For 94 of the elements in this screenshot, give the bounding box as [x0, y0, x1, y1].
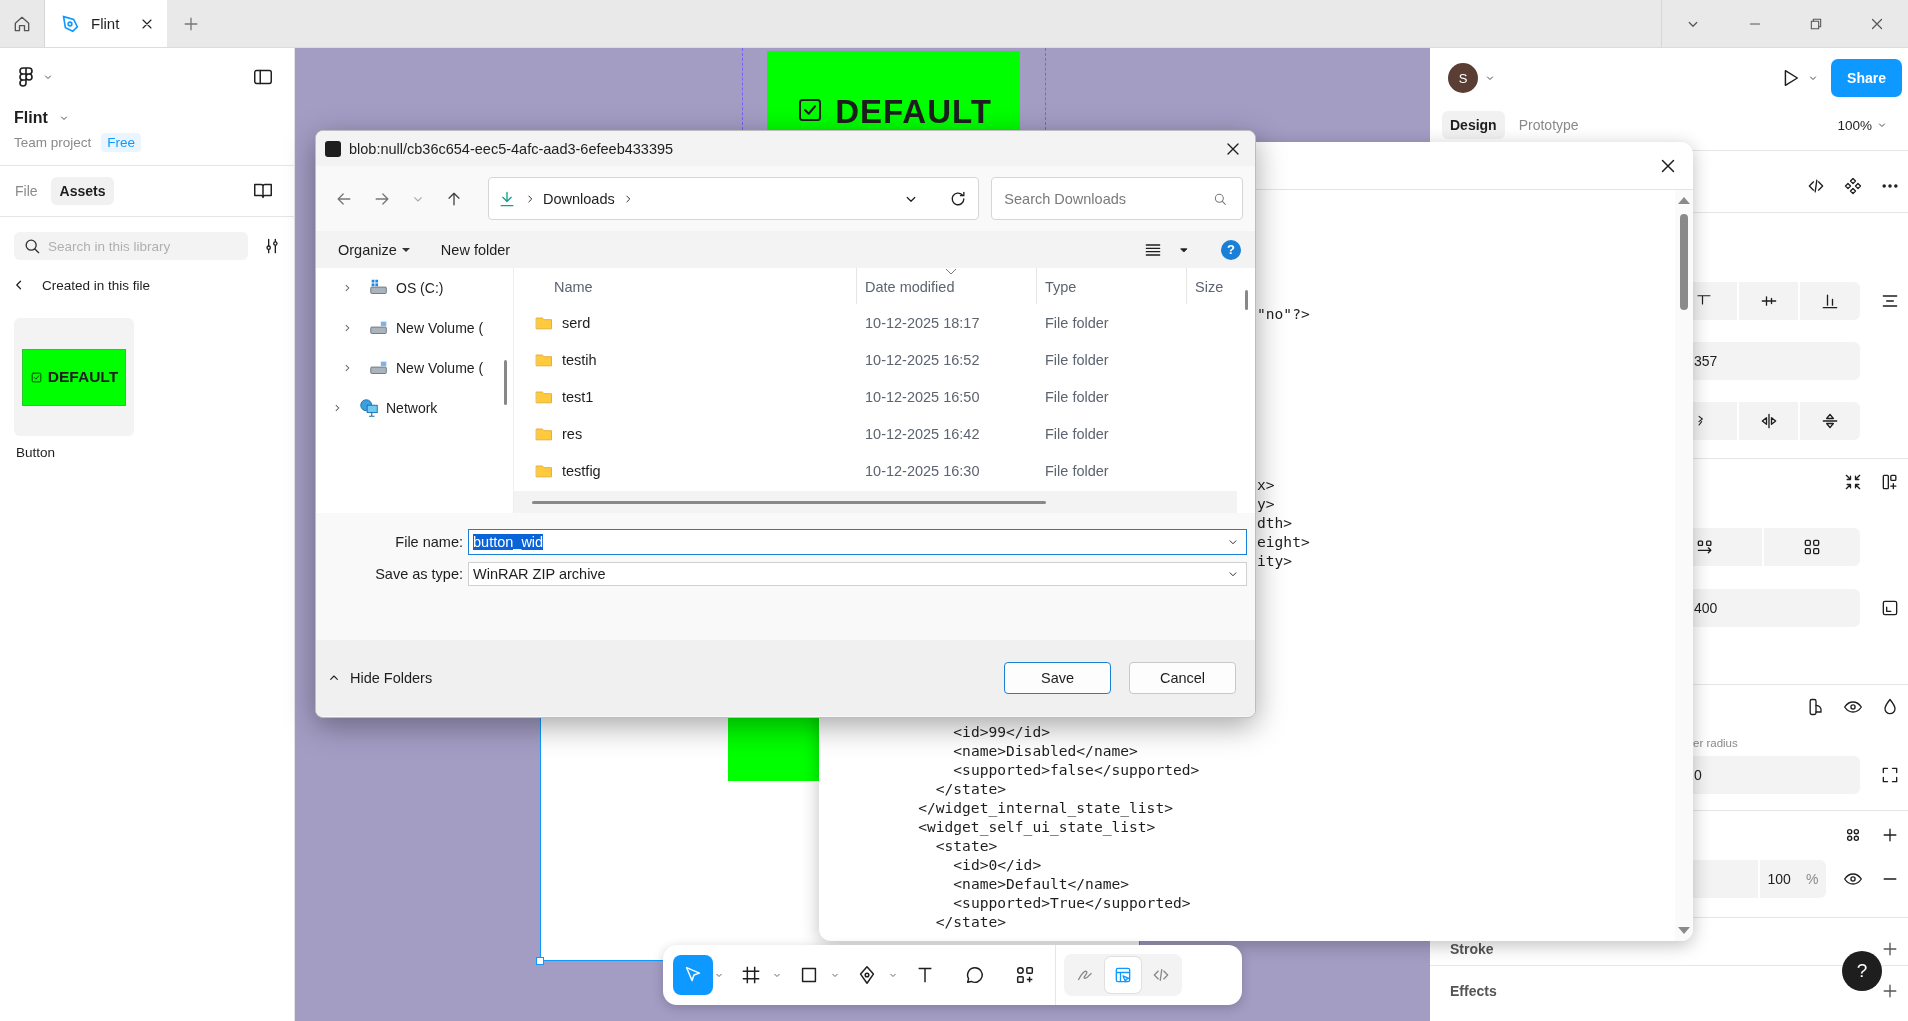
table-cell: File folder [1045, 462, 1109, 479]
field-label: Save as type: [374, 566, 464, 582]
code-line: <state> [935, 836, 998, 855]
plan-badge: Free [101, 133, 142, 152]
scroll-thumb[interactable] [1680, 214, 1688, 310]
table-cell: 10-12-2025 16:50 [865, 388, 980, 405]
code-line: <supported>True</supported> [953, 893, 1191, 912]
table-cell: File folder [1045, 351, 1109, 368]
code-line: ity> [1257, 551, 1293, 570]
cancel-button[interactable]: Cancel [1129, 662, 1236, 694]
corner-radius-label: er radius [1693, 737, 1738, 749]
comment-icon [964, 964, 986, 986]
code-line: </state> [935, 912, 1007, 931]
breadcrumb[interactable]: Downloads [543, 190, 615, 207]
sort-caret-icon [944, 268, 957, 276]
table-cell: File folder [1045, 314, 1109, 331]
panel-tab[interactable]: Design [1442, 111, 1505, 139]
tree-item[interactable]: Network [316, 388, 496, 428]
new-folder-button[interactable]: New folder [440, 241, 511, 258]
field-label: File name: [394, 534, 464, 550]
corner-radius-field[interactable]: 0 [1693, 756, 1860, 794]
code-line: <name>Default</name> [953, 874, 1130, 893]
resize-handle[interactable] [536, 957, 544, 965]
size-field[interactable]: 400 [1693, 589, 1860, 627]
network-icon [358, 397, 380, 419]
layout-buttons[interactable] [1693, 528, 1860, 566]
shapes-icon [1014, 964, 1036, 986]
column-header[interactable]: Name [514, 268, 857, 304]
code-line: </state> [935, 779, 1007, 798]
frame-icon [740, 964, 762, 986]
app-icon [325, 140, 341, 157]
organize-menu[interactable]: Organize [338, 241, 411, 258]
checkbox-icon [29, 370, 43, 384]
zoom-level[interactable]: 100% [1837, 117, 1872, 133]
file-name[interactable]: test1 [562, 388, 594, 405]
search-field[interactable]: Search Downloads [991, 177, 1243, 220]
column-header[interactable]: Type [1037, 268, 1187, 304]
tree-item[interactable]: New Volume ( [316, 308, 496, 348]
table-cell: 10-12-2025 16:30 [865, 462, 980, 479]
mode-button[interactable] [1105, 957, 1141, 993]
document-tab[interactable]: Flint [45, 0, 167, 47]
code-line: dth> [1257, 513, 1293, 532]
position-field[interactable]: 357 [1693, 342, 1860, 380]
column-header[interactable]: Date modified [857, 268, 1037, 304]
code-line: <name>Disabled</name> [953, 741, 1138, 760]
scroll-thumb[interactable] [1245, 290, 1248, 310]
scroll-thumb[interactable] [532, 501, 1046, 504]
file-name[interactable]: testfig [562, 462, 601, 479]
file-type-dropdown[interactable]: WinRAR ZIP archive [468, 562, 1247, 586]
help-button[interactable]: ? [1221, 239, 1241, 260]
table-cell: File folder [1045, 425, 1109, 442]
code-line: <id>0</id> [953, 855, 1042, 874]
file-name[interactable]: res [562, 425, 583, 442]
code-line: x> [1257, 475, 1275, 494]
project-label: Team project [14, 135, 92, 150]
save-button[interactable]: Save [1004, 662, 1111, 694]
panel-tab[interactable]: File [6, 177, 47, 205]
scrollbar[interactable] [1675, 190, 1693, 941]
breadcrumb: Created in this file [42, 277, 151, 293]
user-avatar[interactable]: S [1448, 63, 1478, 93]
address-bar[interactable]: Downloads [488, 177, 980, 220]
frame-label: DEFAULT [835, 95, 992, 128]
file-name[interactable]: testih [562, 351, 597, 368]
transform-buttons[interactable] [1693, 402, 1860, 440]
section-title: Effects [1450, 983, 1497, 999]
table-cell: 10-12-2025 16:42 [865, 425, 980, 442]
panel-tab[interactable]: Prototype [1510, 111, 1587, 139]
table-cell: 10-12-2025 18:17 [865, 314, 980, 331]
asset-card[interactable]: DEFAULT [14, 318, 134, 436]
section-title: Stroke [1450, 940, 1494, 957]
panel-tab[interactable]: Assets [50, 177, 115, 205]
component-thumbnail: DEFAULT [22, 348, 126, 406]
code-line: <id>99</id> [953, 722, 1050, 741]
hide-folders-button[interactable]: Hide Folders [326, 670, 433, 686]
table-cell: File folder [1045, 388, 1109, 405]
code-line: </widget_internal_state_list> [918, 798, 1173, 817]
code-line: <supported>false</supported> [953, 760, 1200, 779]
column-header[interactable]: Size [1187, 268, 1229, 304]
code-line: "no"?> [1257, 304, 1310, 323]
tree-item[interactable]: New Volume ( [316, 348, 496, 388]
tree-item[interactable]: OS (C:) [316, 268, 496, 308]
opacity-field[interactable]: 100 % [1693, 860, 1826, 898]
asset-label: Button [15, 444, 57, 460]
file-name[interactable]: serd [562, 314, 591, 331]
code-line: y> [1257, 494, 1275, 513]
file-name-field[interactable]: button_wid [468, 529, 1247, 555]
table-cell: 10-12-2025 16:52 [865, 351, 980, 368]
dialog-title: blob:null/cb36c654-eec5-4afc-aad3-6efeeb433395 [349, 140, 674, 157]
code-line: <widget_self_ui_state_list> [918, 817, 1156, 836]
dev-mode-icon [1113, 965, 1133, 985]
component-icon[interactable] [1842, 175, 1863, 196]
file-title[interactable]: Flint [14, 109, 48, 127]
scroll-thumb[interactable] [504, 360, 507, 405]
code-line: eight> [1257, 532, 1310, 551]
